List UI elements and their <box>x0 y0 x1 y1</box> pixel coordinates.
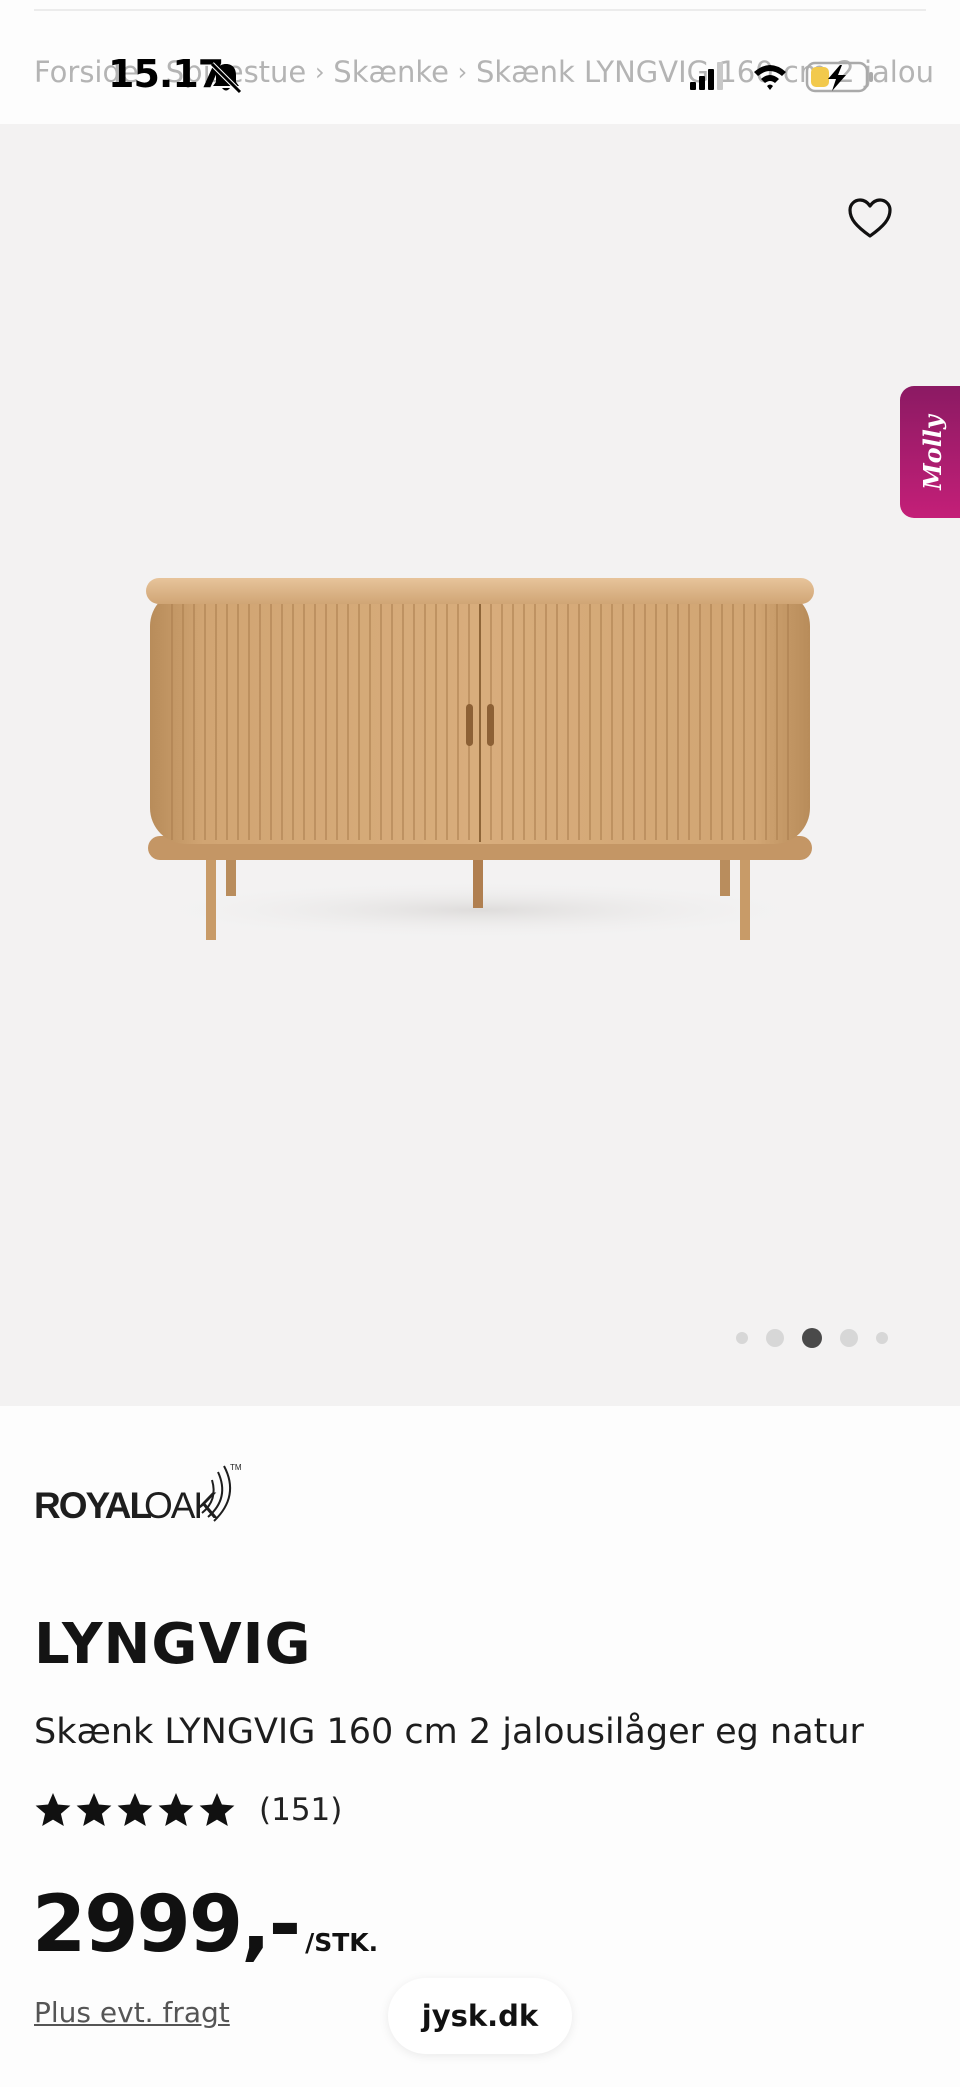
product-rating[interactable]: (151) <box>34 1790 342 1830</box>
top-divider <box>34 9 926 11</box>
breadcrumb-separator: › <box>314 58 325 86</box>
rating-count[interactable]: (151) <box>259 1792 342 1828</box>
status-indicators <box>690 61 873 93</box>
bell-muted-icon <box>210 62 242 94</box>
pagination-dot[interactable] <box>876 1332 888 1344</box>
browser-url-pill[interactable]: jysk.dk <box>388 1978 572 2054</box>
star-icon <box>158 1793 194 1826</box>
product-name: LYNGVIG <box>34 1612 312 1677</box>
product-image <box>140 578 820 940</box>
battery-icon <box>805 61 873 93</box>
product-price: 2999,- /STK. <box>32 1880 378 1970</box>
price-value: 2999,- <box>32 1880 301 1970</box>
gallery-pagination <box>736 1326 906 1350</box>
breadcrumb-item-sideboards[interactable]: Skænke <box>333 55 449 89</box>
brand-logo[interactable]: ROYAL OAK TM <box>34 1458 244 1528</box>
molly-chat-widget[interactable]: Molly <box>900 386 960 518</box>
star-icon <box>117 1793 153 1826</box>
molly-label: Molly <box>917 414 947 490</box>
signal-icon <box>690 62 723 90</box>
pagination-dot-active[interactable] <box>802 1328 822 1348</box>
status-time: 15.17 <box>108 52 224 96</box>
star-icon <box>199 1793 235 1826</box>
shipping-link[interactable]: Plus evt. fragt <box>34 1996 230 2029</box>
pagination-dot[interactable] <box>840 1329 858 1347</box>
heart-outline-icon[interactable] <box>846 196 894 240</box>
price-unit: /STK. <box>305 1928 379 1957</box>
breadcrumb-separator: › <box>457 58 468 86</box>
pagination-dot[interactable] <box>766 1329 784 1347</box>
star-icon <box>76 1793 112 1826</box>
product-description: Skænk LYNGVIG 160 cm 2 jalousilåger eg n… <box>34 1712 864 1752</box>
svg-text:TM: TM <box>230 1463 242 1472</box>
wifi-icon <box>754 65 786 90</box>
rating-stars <box>34 1791 239 1829</box>
svg-text:OAK: OAK <box>144 1485 218 1526</box>
pagination-dot[interactable] <box>736 1332 748 1344</box>
svg-text:ROYAL: ROYAL <box>34 1485 152 1526</box>
star-icon <box>35 1793 71 1826</box>
